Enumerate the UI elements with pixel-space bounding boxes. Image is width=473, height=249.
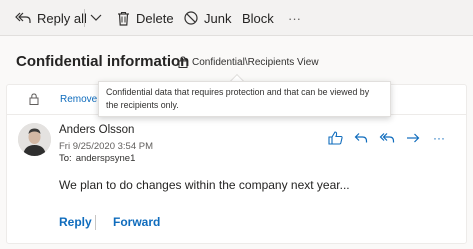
sensitivity-tooltip: Confidential data that requires protecti… — [98, 81, 391, 117]
block-label: Block — [242, 10, 274, 26]
remove-label-link[interactable]: Remove — [60, 94, 97, 105]
more-icon: ··· — [288, 10, 301, 26]
reply-all-button[interactable]: Reply all — [15, 0, 87, 36]
chevron-down-icon — [90, 14, 102, 21]
person-photo-icon — [18, 123, 51, 156]
delete-label: Delete — [136, 10, 174, 26]
sensitivity-label-text: Confidential\Recipients View — [192, 56, 319, 68]
lock-icon — [29, 93, 39, 105]
reply-button[interactable] — [348, 128, 374, 148]
block-circle-icon — [184, 11, 198, 25]
block-button[interactable]: Block — [242, 0, 274, 36]
more-actions-button[interactable]: ··· — [288, 0, 301, 36]
more-options-button[interactable]: ··· — [426, 128, 452, 148]
reply-all-label: Reply all — [37, 10, 87, 26]
trash-icon — [118, 11, 129, 26]
forward-button[interactable] — [400, 128, 426, 148]
message-actions: ··· — [322, 128, 452, 148]
toolbar-divider — [84, 9, 85, 27]
message-subject: Confidential information — [16, 53, 190, 70]
message-date: Fri 9/25/2020 3:54 PM — [59, 141, 153, 152]
delete-button[interactable]: Delete — [117, 0, 174, 36]
like-button[interactable] — [322, 128, 348, 148]
junk-label: Junk — [204, 10, 232, 26]
recipient-name[interactable]: anderspsyne1 — [76, 153, 136, 164]
reply-all-icon — [15, 12, 31, 23]
reply-link[interactable]: Reply — [59, 215, 92, 229]
reply-icon — [354, 133, 368, 143]
junk-button[interactable]: Junk — [184, 0, 231, 36]
reply-options-dropdown[interactable] — [90, 0, 102, 36]
forward-arrow-icon — [407, 133, 420, 143]
more-icon: ··· — [433, 131, 445, 145]
command-toolbar: Reply all Delete Junk Block ··· — [0, 0, 473, 36]
reply-all-icon — [379, 133, 395, 143]
message-body: We plan to do changes within the company… — [59, 178, 350, 192]
lock-icon — [178, 56, 188, 68]
to-label: To: — [59, 153, 72, 164]
reply-all-action-button[interactable] — [374, 128, 400, 148]
thumbs-up-icon — [327, 131, 343, 145]
sender-name[interactable]: Anders Olsson — [59, 124, 134, 136]
forward-link[interactable]: Forward — [113, 215, 160, 229]
avatar — [18, 123, 51, 156]
recipients-line: To: anderspsyne1 — [59, 153, 135, 164]
footer-divider — [95, 215, 96, 230]
sensitivity-label[interactable]: Confidential\Recipients View — [178, 56, 319, 68]
